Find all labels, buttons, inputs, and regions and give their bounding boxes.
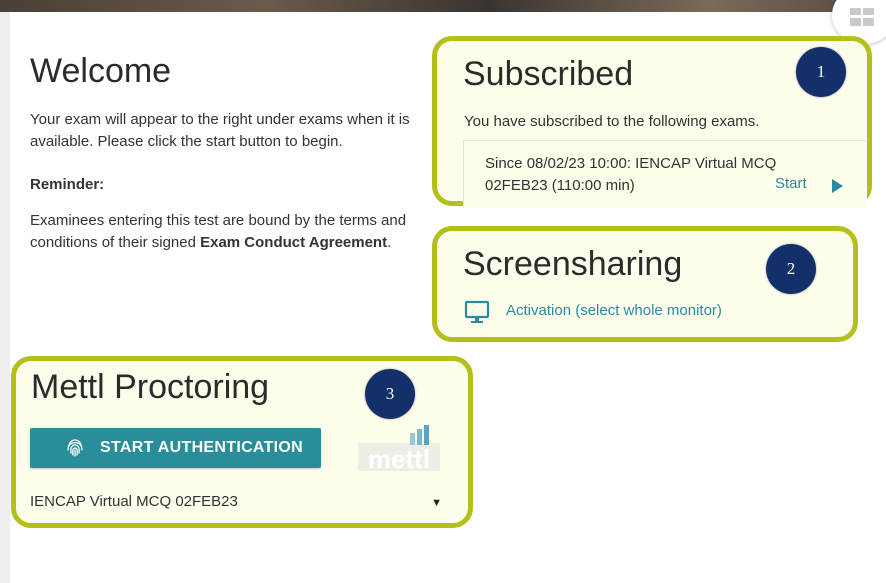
dropdown-caret-icon: ▼ [431, 497, 442, 509]
monitor-icon[interactable] [464, 299, 490, 325]
terms-suffix: . [387, 234, 392, 251]
exam-select-dropdown[interactable]: IENCAP Virtual MCQ 02FEB23 ▼ [30, 493, 442, 515]
exam-list-item: Since 08/02/23 10:00: IENCAP Virtual MCQ… [463, 140, 867, 208]
welcome-instructions: Your exam will appear to the right under… [30, 111, 410, 150]
annotation-badge-1: 1 [796, 47, 846, 97]
start-authentication-button[interactable]: START AUTHENTICATION [30, 428, 321, 468]
welcome-title: Welcome [30, 52, 172, 90]
proctoring-title: Mettl Proctoring [31, 368, 270, 406]
mettl-logo: mettl [354, 423, 444, 473]
mettl-logo-text: mettl [368, 444, 430, 473]
screenshare-activation-link[interactable]: Activation (select whole monitor) [506, 302, 722, 319]
exam-conduct-agreement: Exam Conduct Agreement [200, 234, 388, 251]
subscribed-description: You have subscribed to the following exa… [464, 113, 760, 130]
selected-exam-value: IENCAP Virtual MCQ 02FEB23 [30, 493, 238, 510]
subscribed-title: Subscribed [463, 55, 634, 93]
annotation-badge-2: 2 [766, 244, 816, 294]
exam-entry-text: Since 08/02/23 10:00: IENCAP Virtual MCQ… [485, 155, 777, 194]
screensharing-title: Screensharing [463, 245, 683, 283]
start-authentication-label: START AUTHENTICATION [100, 439, 304, 456]
left-divider [0, 12, 10, 583]
terms-text: Examinees entering this test are bound b… [30, 210, 435, 254]
play-icon[interactable] [832, 179, 843, 193]
annotation-badge-3: 3 [365, 369, 415, 419]
start-exam-link[interactable]: Start [775, 175, 807, 192]
fingerprint-icon [67, 439, 83, 457]
reminder-label: Reminder: [30, 176, 105, 193]
header-banner-image [0, 0, 886, 12]
grid-icon [850, 8, 874, 26]
